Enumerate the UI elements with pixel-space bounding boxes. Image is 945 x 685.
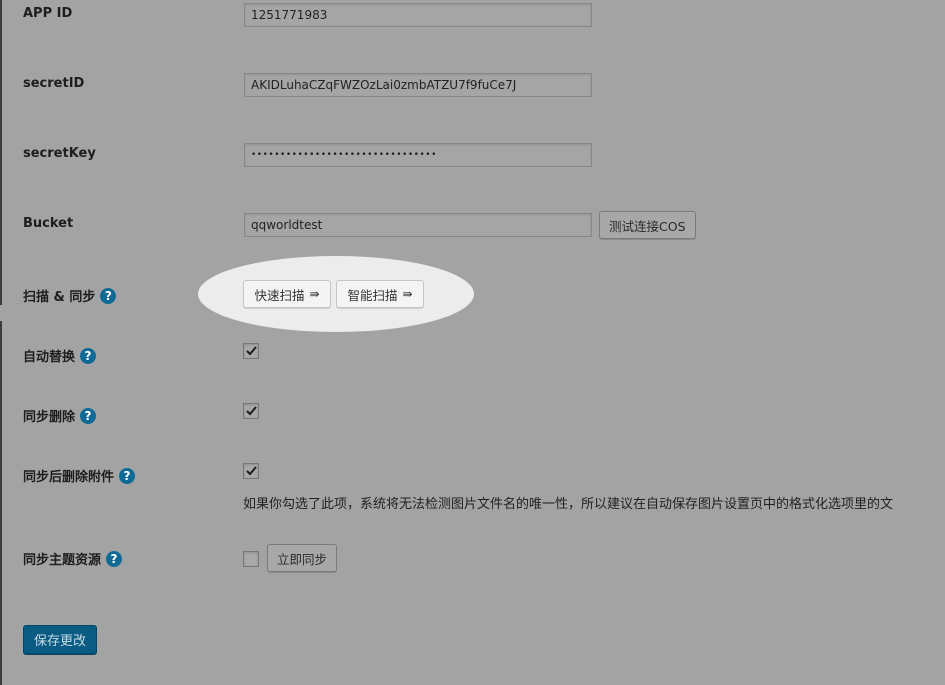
- left-border-gap: [0, 305, 2, 321]
- help-icon[interactable]: ?: [80, 347, 97, 364]
- auto-replace-label: 自动替换: [23, 350, 76, 365]
- test-cos-connection-button[interactable]: 测试连接COS: [599, 211, 696, 239]
- sync-delete-attachments-checkbox[interactable]: [243, 463, 259, 479]
- secret-key-label: secretKey: [23, 146, 96, 161]
- app-id-label: APP ID: [23, 6, 73, 21]
- auto-replace-row-label: 自动替换 ?: [23, 346, 97, 365]
- sync-delete-attachments-label: 同步后删除附件: [23, 470, 115, 485]
- checkmark-icon: [246, 346, 257, 356]
- sync-delete-label: 同步删除: [23, 410, 76, 425]
- sync-theme-checkbox[interactable]: [243, 551, 259, 567]
- sync-theme-label: 同步主题资源: [23, 553, 102, 568]
- secret-id-input[interactable]: AKIDLuhaCZqFWZOzLai0zmbATZU7f9fuCe7J: [244, 73, 592, 97]
- sync-now-button[interactable]: 立即同步: [267, 544, 338, 572]
- left-border: [0, 0, 2, 685]
- help-icon[interactable]: ?: [80, 407, 97, 424]
- quick-scan-label: 快速扫描: [254, 287, 305, 303]
- smart-scan-label: 智能扫描: [347, 287, 398, 303]
- help-icon[interactable]: ?: [119, 467, 136, 484]
- scan-sync-label: 扫描 & 同步: [23, 290, 96, 305]
- sync-delete-checkbox[interactable]: [243, 403, 259, 419]
- app-id-input[interactable]: 1251771983: [244, 3, 592, 27]
- bucket-label: Bucket: [23, 216, 74, 231]
- secret-key-input[interactable]: ••••••••••••••••••••••••••••••••: [244, 143, 592, 167]
- checkmark-icon: [246, 466, 257, 476]
- arrow-right-icon: ⇛: [309, 287, 320, 301]
- sync-delete-attachments-description: 如果你勾选了此项，系统将无法检测图片文件名的唯一性，所以建议在自动保存图片设置页…: [243, 497, 894, 512]
- checkmark-icon: [246, 406, 257, 416]
- sync-theme-row-label: 同步主题资源 ?: [23, 549, 123, 568]
- bucket-input[interactable]: qqworldtest: [244, 213, 592, 237]
- help-icon[interactable]: ?: [106, 550, 123, 567]
- secret-id-label: secretID: [23, 76, 85, 91]
- auto-replace-checkbox[interactable]: [243, 343, 259, 359]
- save-changes-button[interactable]: 保存更改: [23, 625, 98, 654]
- help-icon[interactable]: ?: [100, 287, 117, 304]
- arrow-right-icon: ⇛: [402, 287, 413, 301]
- sync-delete-row-label: 同步删除 ?: [23, 406, 97, 425]
- sync-delete-attachments-row-label: 同步后删除附件 ?: [23, 466, 136, 485]
- quick-scan-button[interactable]: 快速扫描 ⇛: [243, 280, 331, 308]
- scan-sync-row-label: 扫描 & 同步 ?: [23, 286, 117, 305]
- smart-scan-button[interactable]: 智能扫描 ⇛: [336, 280, 424, 308]
